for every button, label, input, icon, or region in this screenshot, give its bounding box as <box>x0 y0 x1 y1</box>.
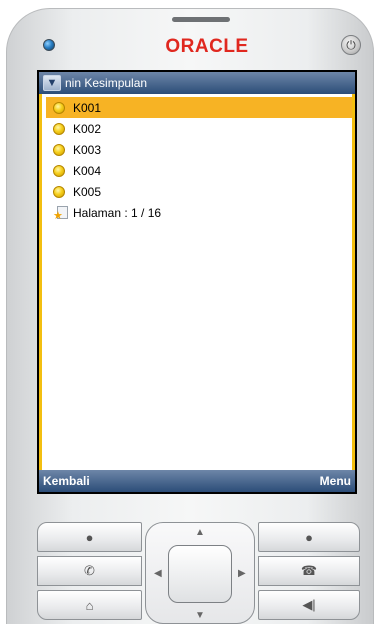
yellow-circle-icon <box>53 122 65 135</box>
dot-icon: ● <box>85 529 94 545</box>
power-icon[interactable]: ⏻ <box>341 35 361 55</box>
home-icon: ⌂ <box>85 597 94 613</box>
hang-up-icon: ☎ <box>300 563 318 578</box>
select-button[interactable] <box>168 545 232 603</box>
dot-icon: ● <box>305 529 313 545</box>
yellow-circle-icon <box>53 185 65 198</box>
page-star-icon: ★ <box>53 205 69 221</box>
back-softkey[interactable]: Kembali <box>43 470 90 492</box>
arrow-right-icon[interactable]: ▶ <box>238 569 246 579</box>
softkey-bar: Kembali Menu <box>39 470 355 492</box>
list-item-label: K004 <box>73 163 102 178</box>
left-softkey-button[interactable]: ● <box>37 522 142 552</box>
chevron-down-icon[interactable]: ▼ <box>43 75 61 91</box>
brand-logo: ORACLE <box>165 36 249 57</box>
item-list: K001 K002 K003 K004 K005 ★ Halaman: 1 /… <box>46 97 352 223</box>
call-button[interactable]: ✆ <box>37 556 142 586</box>
navigation-dpad[interactable]: ▲ ◀ ▶ ▼ <box>145 522 255 624</box>
list-item-label: K002 <box>73 121 102 136</box>
phone-screen: ▼ nin Kesimpulan K001 K002 K003 K004 K00… <box>37 70 357 494</box>
menu-softkey[interactable]: Menu <box>320 470 351 492</box>
yellow-circle-icon <box>53 143 65 156</box>
list-item-label: K005 <box>73 184 102 199</box>
speaker-slot <box>172 17 230 22</box>
pager-label: Halaman : 1 / 16 <box>73 205 162 220</box>
back-button[interactable]: ◀| <box>258 590 360 620</box>
pager-item[interactable]: ★ Halaman : 1 / 16 <box>46 202 352 223</box>
home-button[interactable]: ⌂ <box>37 590 142 620</box>
list-item[interactable]: K004 <box>46 160 352 181</box>
title-bar: ▼ nin Kesimpulan <box>39 72 355 94</box>
list-item[interactable]: K005 <box>46 181 352 202</box>
yellow-circle-icon <box>53 164 65 177</box>
arrow-left-icon[interactable]: ◀ <box>154 569 162 579</box>
yellow-circle-icon <box>53 101 65 114</box>
arrow-up-icon[interactable]: ▲ <box>195 528 205 538</box>
list-item[interactable]: K001 <box>46 97 352 118</box>
list-item-label: K003 <box>73 142 102 157</box>
end-call-button[interactable]: ☎ <box>258 556 360 586</box>
list-item[interactable]: K002 <box>46 118 352 139</box>
back-icon: ◀| <box>302 597 316 612</box>
led-indicator <box>43 39 55 51</box>
screen-title: nin Kesimpulan <box>65 76 148 90</box>
list-item-label: K001 <box>73 100 102 115</box>
content-area: K001 K002 K003 K004 K005 ★ Halaman: 1 /… <box>39 94 355 470</box>
arrow-down-icon[interactable]: ▼ <box>195 611 205 621</box>
phone-icon: ✆ <box>84 563 95 578</box>
right-softkey-button[interactable]: ● <box>258 522 360 552</box>
list-item[interactable]: K003 <box>46 139 352 160</box>
